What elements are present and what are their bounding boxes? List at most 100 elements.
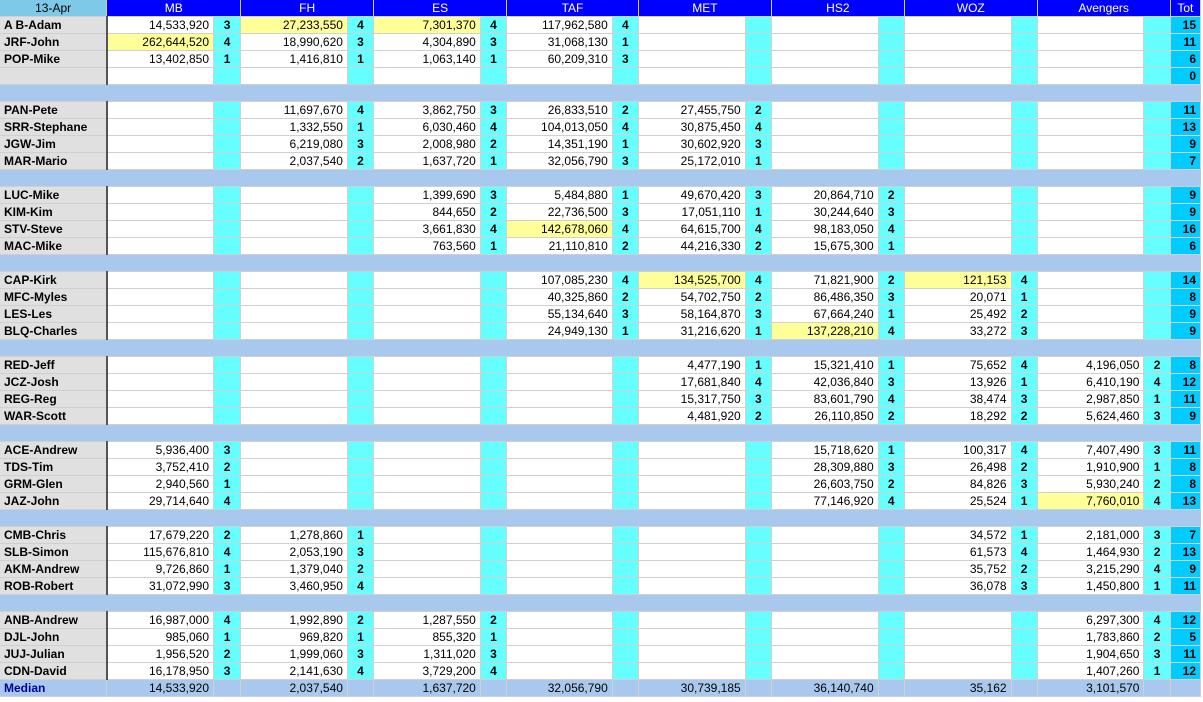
value-cell[interactable]: 1,311,020 (373, 645, 481, 663)
median-value[interactable]: 32,056,790 (506, 679, 613, 697)
rank-cell[interactable] (213, 356, 242, 374)
rank-cell[interactable]: 2 (745, 237, 772, 255)
value-cell[interactable] (638, 662, 746, 680)
value-cell[interactable] (1037, 67, 1145, 85)
rank-cell[interactable]: 1 (480, 237, 508, 255)
column-header[interactable]: HS2 (771, 0, 905, 17)
value-cell[interactable]: 26,110,850 (771, 407, 879, 425)
value-cell[interactable] (373, 492, 481, 510)
total-cell[interactable]: 8 (1170, 475, 1202, 493)
value-cell[interactable]: 2,987,850 (1037, 390, 1145, 408)
value-cell[interactable]: 16,178,950 (106, 662, 214, 680)
value-cell[interactable]: 117,962,580 (506, 16, 613, 34)
value-cell[interactable]: 60,209,310 (506, 50, 613, 68)
value-cell[interactable]: 855,320 (373, 628, 481, 646)
rank-cell[interactable]: 2 (480, 203, 508, 221)
value-cell[interactable]: 32,056,790 (506, 152, 613, 170)
player-name-cell[interactable]: ANB-Andrew (0, 611, 108, 629)
rank-cell[interactable] (213, 203, 242, 221)
rank-cell[interactable]: 3 (745, 135, 772, 153)
rank-cell[interactable] (612, 628, 639, 646)
rank-cell[interactable] (213, 271, 242, 289)
median-value[interactable]: 2,037,540 (240, 679, 348, 697)
rank-cell[interactable]: 1 (878, 237, 905, 255)
rank-cell[interactable] (1011, 611, 1038, 629)
rank-cell[interactable]: 3 (878, 458, 905, 476)
rank-cell[interactable]: 3 (480, 645, 508, 663)
player-name-cell[interactable]: DJL-John (0, 628, 108, 646)
player-name-cell[interactable]: JCZ-Josh (0, 373, 108, 391)
value-cell[interactable] (1037, 152, 1145, 170)
value-cell[interactable] (506, 407, 613, 425)
rank-cell[interactable] (1143, 33, 1171, 51)
rank-cell[interactable] (347, 67, 375, 85)
total-cell[interactable]: 16 (1170, 220, 1202, 238)
rank-cell[interactable] (1011, 33, 1038, 51)
rank-cell[interactable]: 4 (213, 492, 242, 510)
rank-cell[interactable] (213, 67, 242, 85)
rank-cell[interactable] (1011, 662, 1038, 680)
value-cell[interactable] (771, 67, 879, 85)
value-cell[interactable]: 24,949,130 (506, 322, 613, 340)
value-cell[interactable]: 15,718,620 (771, 441, 879, 459)
value-cell[interactable]: 2,053,190 (240, 543, 348, 561)
rank-cell[interactable]: 1 (745, 322, 772, 340)
value-cell[interactable]: 86,486,350 (771, 288, 879, 306)
value-cell[interactable]: 17,679,220 (106, 526, 214, 544)
value-cell[interactable]: 20,071 (904, 288, 1012, 306)
rank-cell[interactable]: 2 (213, 645, 242, 663)
value-cell[interactable]: 31,068,130 (506, 33, 613, 51)
rank-cell[interactable] (213, 101, 242, 119)
value-cell[interactable] (373, 390, 481, 408)
value-cell[interactable]: 25,172,010 (638, 152, 746, 170)
rank-cell[interactable]: 4 (1011, 441, 1038, 459)
rank-cell[interactable]: 1 (612, 186, 639, 204)
value-cell[interactable]: 44,216,330 (638, 237, 746, 255)
player-name-cell[interactable]: WAR-Scott (0, 407, 108, 425)
rank-cell[interactable] (213, 135, 242, 153)
rank-cell[interactable]: 3 (480, 186, 508, 204)
value-cell[interactable]: 64,615,700 (638, 220, 746, 238)
total-cell[interactable]: 14 (1170, 271, 1202, 289)
rank-cell[interactable]: 1 (878, 441, 905, 459)
player-name-cell[interactable]: MAR-Mario (0, 152, 108, 170)
value-cell[interactable]: 1,910,900 (1037, 458, 1145, 476)
total-cell[interactable]: 12 (1170, 373, 1202, 391)
rank-cell[interactable] (213, 118, 242, 136)
total-cell[interactable]: 12 (1170, 611, 1202, 629)
rank-cell[interactable]: 3 (1011, 475, 1038, 493)
value-cell[interactable] (771, 662, 879, 680)
value-cell[interactable]: 2,940,560 (106, 475, 214, 493)
value-cell[interactable]: 7,407,490 (1037, 441, 1145, 459)
rank-cell[interactable] (347, 441, 375, 459)
rank-cell[interactable] (1011, 645, 1038, 663)
rank-cell[interactable] (1143, 322, 1171, 340)
median-value[interactable]: 14,533,920 (106, 679, 214, 697)
value-cell[interactable]: 1,992,890 (240, 611, 348, 629)
rank-cell[interactable]: 1 (1143, 390, 1171, 408)
rank-cell[interactable] (1011, 67, 1038, 85)
rank-cell[interactable] (347, 288, 375, 306)
value-cell[interactable]: 100,317 (904, 441, 1012, 459)
value-cell[interactable]: 7,301,370 (373, 16, 481, 34)
value-cell[interactable] (240, 67, 348, 85)
value-cell[interactable] (1037, 118, 1145, 136)
median-label[interactable]: Median (0, 679, 108, 697)
value-cell[interactable]: 134,525,700 (638, 271, 746, 289)
value-cell[interactable]: 4,196,050 (1037, 356, 1145, 374)
value-cell[interactable] (638, 628, 746, 646)
player-name-cell[interactable]: SLB-Simon (0, 543, 108, 561)
rank-cell[interactable]: 1 (1143, 577, 1171, 595)
value-cell[interactable] (506, 526, 613, 544)
value-cell[interactable] (771, 135, 879, 153)
value-cell[interactable]: 3,215,290 (1037, 560, 1145, 578)
rank-cell[interactable]: 1 (745, 152, 772, 170)
total-cell[interactable]: 13 (1170, 543, 1202, 561)
rank-cell[interactable]: 2 (1143, 628, 1171, 646)
rank-cell[interactable]: 3 (745, 305, 772, 323)
value-cell[interactable] (771, 628, 879, 646)
player-name-cell[interactable]: JUJ-Julian (0, 645, 108, 663)
value-cell[interactable] (638, 645, 746, 663)
rank-cell[interactable] (1143, 237, 1171, 255)
player-name-cell[interactable]: LUC-Mike (0, 186, 108, 204)
